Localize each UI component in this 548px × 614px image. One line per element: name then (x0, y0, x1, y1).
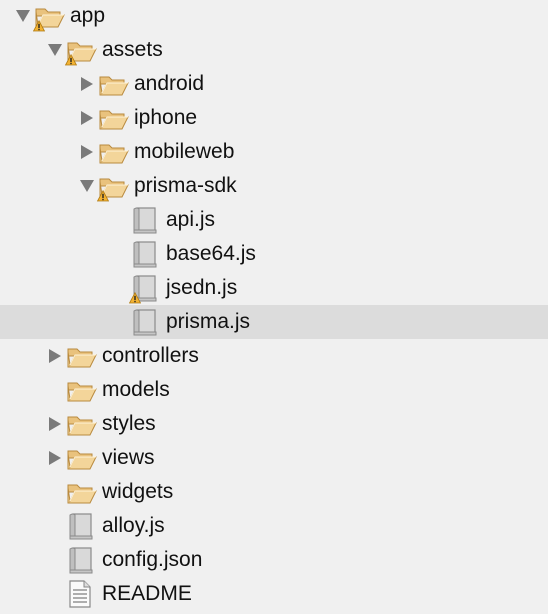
expand-triangle-icon[interactable] (48, 416, 62, 432)
script-file-icon (130, 239, 162, 268)
folder-icon (66, 412, 98, 440)
tree-row-mobileweb[interactable]: mobileweb (0, 135, 548, 169)
folder-icon (98, 140, 130, 168)
text-file-icon (66, 579, 98, 608)
tree-row-widgets[interactable]: widgets (0, 475, 548, 509)
tree-item-label: controllers (102, 344, 199, 367)
tree-row-prisma-sdk[interactable]: prisma-sdk (0, 169, 548, 203)
folder-icon (66, 480, 98, 508)
script-file-icon (130, 205, 162, 234)
tree-item-label: api.js (166, 208, 216, 231)
folder-icon (98, 72, 130, 100)
collapse-triangle-icon[interactable] (80, 178, 94, 194)
tree-row-assets[interactable]: assets (0, 33, 548, 67)
script-file-icon (66, 511, 98, 540)
tree-row-styles[interactable]: styles (0, 407, 548, 441)
tree-item-label: android (134, 72, 205, 95)
tree-item-label: widgets (102, 480, 174, 503)
folder-icon (66, 446, 98, 474)
script-file-icon (66, 545, 98, 574)
tree-item-label: app (70, 4, 106, 27)
tree-item-label: alloy.js (102, 514, 165, 537)
tree-row-base64-js[interactable]: base64.js (0, 237, 548, 271)
folder-icon (98, 106, 130, 134)
tree-row-views[interactable]: views (0, 441, 548, 475)
tree-row-alloy-js[interactable]: alloy.js (0, 509, 548, 543)
tree-row-models[interactable]: models (0, 373, 548, 407)
tree-item-label: README (102, 582, 192, 605)
script-file-icon (130, 307, 162, 336)
tree-item-label: base64.js (166, 242, 256, 265)
expand-triangle-icon[interactable] (80, 144, 94, 160)
collapse-triangle-icon[interactable] (16, 8, 30, 24)
folder-icon (66, 344, 98, 372)
tree-item-label: assets (102, 38, 163, 61)
expand-triangle-icon[interactable] (80, 76, 94, 92)
expand-triangle-icon[interactable] (80, 110, 94, 126)
tree-row-readme[interactable]: README (0, 577, 548, 611)
tree-item-label: styles (102, 412, 156, 435)
expand-triangle-icon[interactable] (48, 348, 62, 364)
tree-row-config-json[interactable]: config.json (0, 543, 548, 577)
collapse-triangle-icon[interactable] (48, 42, 62, 58)
tree-row-android[interactable]: android (0, 67, 548, 101)
tree-item-label: jsedn.js (166, 276, 238, 299)
tree-row-iphone[interactable]: iphone (0, 101, 548, 135)
tree-item-label: iphone (134, 106, 198, 129)
tree-item-label: models (102, 378, 170, 401)
tree-row-api-js[interactable]: api.js (0, 203, 548, 237)
tree-row-controllers[interactable]: controllers (0, 339, 548, 373)
expand-triangle-icon[interactable] (48, 450, 62, 466)
tree-row-prisma-js[interactable]: prisma.js (0, 305, 548, 339)
tree-item-label: mobileweb (134, 140, 235, 163)
folder-icon (66, 378, 98, 406)
tree-item-label: config.json (102, 548, 203, 571)
tree-item-label: prisma.js (166, 310, 251, 333)
tree-item-label: prisma-sdk (134, 174, 237, 197)
tree-row-app[interactable]: app (0, 0, 548, 33)
tree-item-label: views (102, 446, 155, 469)
tree-row-jsedn-js[interactable]: jsedn.js (0, 271, 548, 305)
